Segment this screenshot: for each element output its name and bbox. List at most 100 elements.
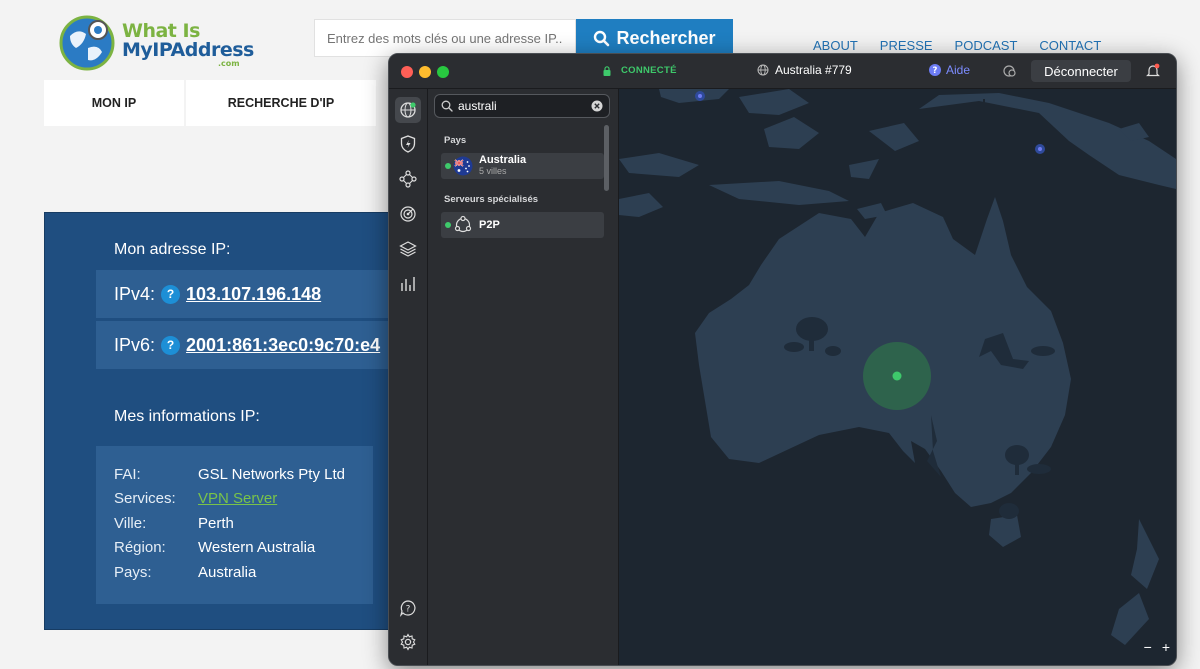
svg-text:?: ?	[406, 605, 411, 615]
list-scrollbar[interactable]	[604, 125, 609, 191]
radar-icon	[400, 206, 416, 222]
globe-icon	[400, 102, 416, 118]
minimize-window-icon[interactable]	[419, 66, 431, 78]
globe-logo-icon	[59, 15, 115, 71]
rail-help[interactable]: ?	[397, 597, 419, 619]
obfuscation-icon[interactable]	[1002, 63, 1018, 79]
info-heading: Mes informations IP:	[114, 408, 260, 425]
tree-decoration	[1015, 461, 1019, 475]
server-search-input[interactable]	[458, 99, 586, 113]
country-cities: 5 villes	[479, 166, 507, 176]
nav-presse[interactable]: PRESSE	[880, 38, 933, 53]
rail-settings[interactable]	[397, 631, 419, 653]
map-canvas	[619, 89, 1176, 645]
ip-details-box: FAI: GSL Networks Pty Ltd Services: VPN …	[96, 446, 373, 604]
meshnet-icon	[399, 170, 417, 188]
tab-mon-ip[interactable]: MON IP	[44, 80, 184, 126]
info-value: Perth	[198, 514, 234, 532]
australia-flag-icon	[453, 156, 473, 176]
info-value: Western Australia	[198, 539, 316, 557]
info-value: GSL Networks Pty Ltd	[198, 465, 345, 483]
rail-split-tunneling[interactable]	[397, 238, 419, 260]
support-chat-icon: ?	[399, 600, 416, 617]
close-window-icon[interactable]	[401, 66, 413, 78]
cloud-decoration	[825, 346, 841, 356]
tree-decoration	[999, 503, 1019, 519]
info-value: Australia	[198, 563, 257, 581]
tab-recherche-ip[interactable]: RECHERCHE D'IP	[186, 80, 376, 126]
section-countries-label: Pays	[444, 135, 467, 146]
specialty-item-p2p[interactable]: P2P	[441, 212, 604, 238]
p2p-icon	[454, 215, 472, 233]
zoom-in-button[interactable]: +	[1162, 639, 1170, 655]
ipv4-value[interactable]: 103.107.196.148	[186, 284, 321, 305]
logo-wordmark: What Is MyIPAddress .com	[122, 22, 254, 68]
rail-threat-protection[interactable]	[397, 133, 419, 155]
disconnect-button[interactable]: Déconnecter	[1031, 60, 1131, 82]
island	[869, 123, 919, 151]
ipv6-value[interactable]: 2001:861:3ec0:9c70:e4	[186, 335, 380, 356]
ip-info-panel: Mon adresse IP: IPv4: ? 103.107.196.148 …	[44, 212, 456, 630]
info-row-services: Services: VPN Server	[114, 487, 373, 512]
layers-icon	[399, 241, 417, 257]
rail-dark-web-monitor[interactable]	[397, 203, 419, 225]
new-zealand-landmass	[1131, 519, 1159, 589]
help-icon[interactable]: ?	[161, 335, 181, 355]
server-marker	[698, 94, 702, 98]
info-value-link[interactable]: VPN Server	[198, 490, 277, 507]
island	[619, 193, 663, 217]
help-link[interactable]: ? Aide	[929, 63, 970, 77]
specialty-name: P2P	[479, 219, 500, 231]
zoom-window-icon[interactable]	[437, 66, 449, 78]
search-button[interactable]: Rechercher	[576, 19, 733, 57]
site-search-input[interactable]	[315, 20, 575, 56]
help-icon[interactable]: ?	[161, 284, 181, 304]
nav-about[interactable]: ABOUT	[813, 38, 858, 53]
site-logo[interactable]: What Is MyIPAddress .com	[58, 14, 258, 74]
nav-contact[interactable]: CONTACT	[1039, 38, 1101, 53]
island	[619, 153, 699, 177]
bar-chart-icon	[401, 277, 415, 291]
server-label: Australia #779	[775, 63, 852, 77]
cloud-decoration	[1027, 464, 1051, 474]
globe-icon	[757, 64, 769, 76]
gear-icon	[400, 633, 416, 651]
server-marker	[1038, 147, 1042, 151]
info-key: Région:	[114, 539, 166, 557]
info-key: FAI:	[114, 465, 141, 483]
vpn-titlebar[interactable]: CONNECTÉ Australia #779 ? Aide Déconnect…	[389, 54, 1176, 89]
server-map[interactable]: − +	[619, 89, 1176, 665]
country-item-australia[interactable]: Australia 5 villes	[441, 153, 604, 179]
vpn-side-rail: ?	[389, 89, 428, 665]
info-key: Ville:	[114, 514, 147, 532]
server-list-panel: Pays Australia 5 villes Serveurs sp	[428, 89, 619, 665]
rail-meshnet[interactable]	[397, 168, 419, 190]
info-key: Services:	[114, 490, 176, 508]
notification-bell-icon[interactable]	[1146, 63, 1160, 78]
island	[764, 117, 819, 149]
map-zoom-controls: − +	[1144, 639, 1170, 655]
rail-statistics[interactable]	[397, 273, 419, 295]
zoom-out-button[interactable]: −	[1144, 639, 1152, 655]
rail-countries[interactable]	[395, 97, 421, 123]
info-row-pays: Pays: Australia	[114, 560, 373, 585]
ip-heading: Mon adresse IP:	[114, 241, 231, 258]
clear-search-icon[interactable]	[591, 100, 603, 112]
cloud-decoration	[784, 342, 804, 352]
connected-location-pin	[892, 371, 902, 381]
nav-podcast[interactable]: PODCAST	[955, 38, 1018, 53]
svg-text:?: ?	[933, 66, 938, 76]
info-key: Pays:	[114, 563, 152, 581]
new-zealand-landmass	[1111, 593, 1149, 645]
lock-icon	[603, 65, 611, 76]
ipv6-label: IPv6:	[114, 334, 156, 355]
question-icon: ?	[929, 64, 941, 76]
server-search-box	[434, 94, 610, 118]
status-label: CONNECTÉ	[621, 65, 677, 76]
online-dot	[445, 222, 451, 228]
logo-line-2: MyIPAddress	[122, 39, 254, 61]
current-server: Australia #779	[757, 63, 852, 77]
country-text: Australia 5 villes	[479, 155, 526, 177]
cloud-decoration	[1031, 346, 1055, 356]
ipv4-label: IPv4:	[114, 283, 156, 304]
